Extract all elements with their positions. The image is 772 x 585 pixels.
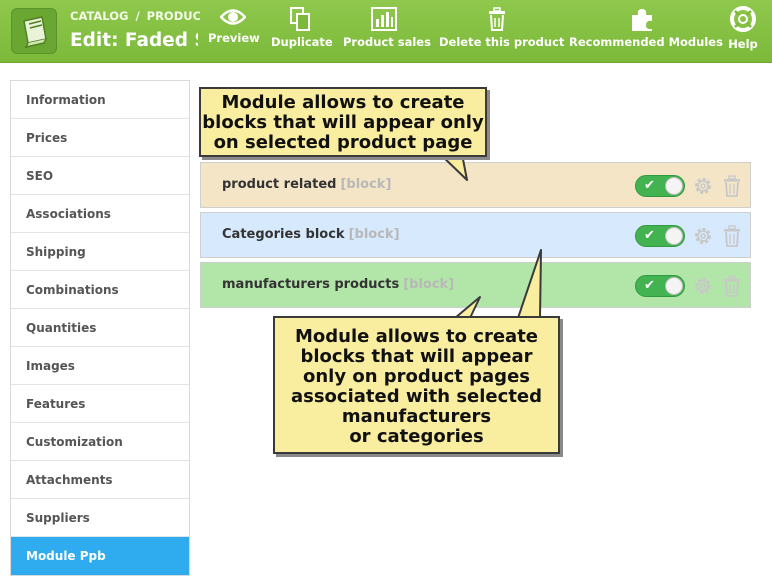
callout-line: Module allows to create [294, 326, 539, 347]
callout-manufacturers-categories: Module allows to create blocks that will… [273, 316, 560, 454]
callout-line: associated with selected [290, 386, 543, 407]
callout-line: Module allows to create [221, 92, 465, 113]
callout-line: or categories [349, 426, 484, 447]
callout-line: blocks that will appear only [202, 112, 484, 133]
callout-line: manufacturers [341, 406, 492, 427]
callout-line: only on product pages [302, 366, 530, 387]
callout-line: blocks that will appear [300, 346, 533, 367]
callout-selected-product: Module allows to create blocks that will… [199, 87, 487, 157]
callout-line: on selected product page [213, 132, 473, 153]
